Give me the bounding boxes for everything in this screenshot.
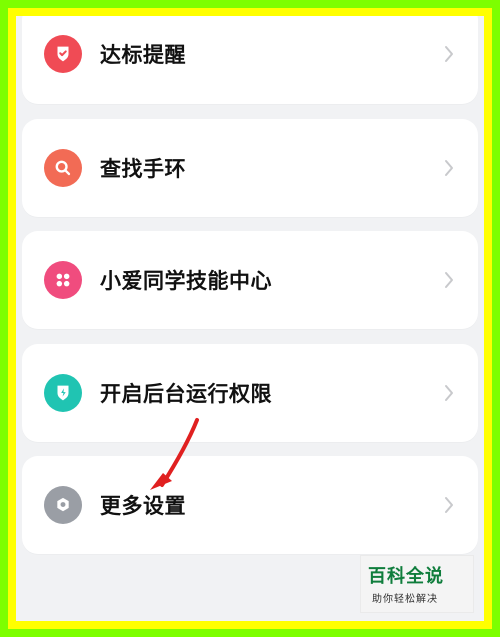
watermark-title: 百科全说 <box>368 566 444 587</box>
card-background-permission: 开启后台运行权限 <box>22 344 478 442</box>
menu-item-background-permission[interactable]: 开启后台运行权限 <box>22 348 478 438</box>
chevron-right-icon <box>445 497 453 513</box>
chevron-right-icon <box>445 385 453 401</box>
menu-item-label: 开启后台运行权限 <box>100 382 272 406</box>
menu-item-label: 查找手环 <box>100 157 186 181</box>
menu-item-label: 达标提醒 <box>100 43 186 67</box>
chevron-right-icon <box>445 46 453 62</box>
card-more-settings: 更多设置 <box>22 456 478 554</box>
screenshot-frame: 达标提醒 查找手环 小爱同学技能中心 开启后台运行权限 更多设置 百科全说 助你… <box>0 0 500 637</box>
apps-grid-icon <box>44 261 82 299</box>
menu-item-find-band[interactable]: 查找手环 <box>22 123 478 213</box>
menu-item-xiaoai-skill-center[interactable]: 小爱同学技能中心 <box>22 235 478 325</box>
shield-bolt-icon <box>44 374 82 412</box>
card-goal-reminder: 达标提醒 <box>22 16 478 104</box>
menu-item-label: 小爱同学技能中心 <box>100 269 272 293</box>
menu-item-goal-reminder[interactable]: 达标提醒 <box>22 16 478 99</box>
card-xiaoai-skill-center: 小爱同学技能中心 <box>22 231 478 329</box>
chevron-right-icon <box>445 160 453 176</box>
shield-check-icon <box>44 35 82 73</box>
settings-icon <box>44 486 82 524</box>
settings-screen: 达标提醒 查找手环 小爱同学技能中心 开启后台运行权限 更多设置 百科全说 助你… <box>16 16 484 621</box>
card-find-band: 查找手环 <box>22 119 478 217</box>
menu-item-label: 更多设置 <box>100 494 186 518</box>
search-icon <box>44 149 82 187</box>
watermark-subtitle: 助你轻松解决 <box>372 594 438 605</box>
chevron-right-icon <box>445 272 453 288</box>
menu-item-more-settings[interactable]: 更多设置 <box>22 460 478 550</box>
watermark-logo: 百科全说 助你轻松解决 <box>360 555 474 613</box>
